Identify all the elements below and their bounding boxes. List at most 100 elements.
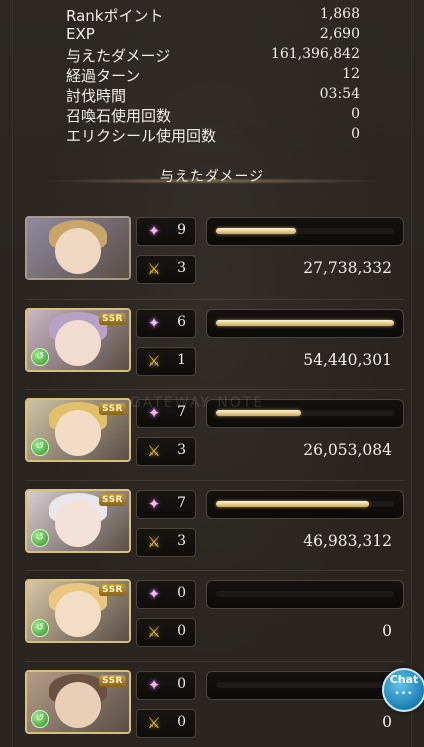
damage-value: 54,440,301: [303, 351, 392, 369]
chat-button[interactable]: Chat •••: [382, 668, 424, 712]
stat-label: 与えたダメージ: [66, 47, 171, 65]
special-count-box: ✦ 0: [136, 580, 196, 609]
gauge-fill: [216, 320, 394, 326]
chat-dots-icon: •••: [394, 689, 414, 699]
damage-section-header: 与えたダメージ: [40, 166, 384, 188]
divider: [25, 570, 404, 571]
crossed-swords-icon: ⚔: [147, 714, 161, 732]
character-portrait[interactable]: SSR ↺: [25, 398, 131, 462]
damage-value: 46,983,312: [303, 532, 392, 550]
attack-count-box: ⚔ 0: [136, 709, 196, 738]
attack-count: 0: [177, 623, 186, 639]
divider: [25, 299, 404, 300]
attack-count-box: ⚔ 3: [136, 437, 196, 466]
crossed-swords-icon: ⚔: [147, 533, 161, 551]
attack-count: 3: [177, 260, 186, 276]
character-portrait[interactable]: SSR ↺: [25, 670, 131, 734]
crossed-swords-icon: ⚔: [147, 260, 161, 278]
damage-gauge: [206, 671, 404, 700]
stat-value: 0: [351, 106, 360, 122]
stat-label: 討伐時間: [66, 87, 127, 105]
character-portrait[interactable]: SSR ↺: [25, 579, 131, 643]
special-count: 6: [177, 314, 186, 330]
character-entry: SSR ↺ ✦ 7 ⚔ 3 46,983,312: [25, 480, 404, 565]
special-count-box: ✦ 0: [136, 671, 196, 700]
stat-elixir-uses: エリクシール使用回数 0: [66, 125, 360, 145]
character-entry: SSR ↺ ✦ 6 ⚔ 1 54,440,301: [25, 299, 404, 384]
portrait-face: [55, 591, 101, 637]
stat-rank-points: Rankポイント 1,868: [66, 5, 360, 25]
stat-exp: EXP 2,690: [66, 25, 360, 45]
portrait-face: [55, 228, 101, 274]
stat-total-damage: 与えたダメージ 161,396,842: [66, 45, 360, 65]
wind-element-icon: ↺: [31, 529, 49, 547]
portrait-face: [55, 320, 101, 366]
character-portrait[interactable]: SSR ↺: [25, 308, 131, 372]
damage-section-title: 与えたダメージ: [159, 169, 265, 185]
gauge-track: [216, 682, 394, 688]
special-count: 7: [177, 495, 186, 511]
stat-label: EXP: [66, 25, 95, 43]
attack-count: 0: [177, 714, 186, 730]
crossed-swords-icon: ⚔: [147, 623, 161, 641]
stat-value: 12: [342, 66, 360, 82]
sparkle-icon: ✦: [147, 495, 161, 513]
portrait-face: [55, 682, 101, 728]
stat-summon-uses: 召喚石使用回数 0: [66, 105, 360, 125]
wind-element-icon: ↺: [31, 710, 49, 728]
stat-label: エリクシール使用回数: [66, 127, 217, 145]
stat-value: 1,868: [319, 6, 360, 22]
sparkle-icon: ✦: [147, 222, 161, 240]
divider: [25, 661, 404, 662]
divider: [25, 480, 404, 481]
stat-value: 03:54: [319, 86, 360, 102]
character-entry: ✦ 9 ⚔ 3 27,738,332: [25, 216, 404, 292]
sparkle-icon: ✦: [147, 676, 161, 694]
special-count: 9: [177, 222, 186, 238]
stat-defeat-time: 討伐時間 03:54: [66, 85, 360, 105]
attack-count: 3: [177, 442, 186, 458]
attack-count-box: ⚔ 0: [136, 618, 196, 647]
stat-label: Rankポイント: [66, 7, 164, 25]
stat-value: 0: [351, 126, 360, 142]
divider: [25, 389, 404, 390]
chat-label: Chat: [389, 673, 419, 686]
character-entry: SSR ↺ ✦ 0 ⚔ 0 0: [25, 661, 404, 746]
damage-value: 27,738,332: [303, 259, 392, 277]
attack-count-box: ⚔ 1: [136, 347, 196, 376]
ssr-badge: SSR: [99, 675, 126, 687]
stat-label: 経過ターン: [66, 67, 141, 85]
stat-value: 2,690: [319, 26, 360, 42]
result-panel: Rankポイント 1,868 EXP 2,690 与えたダメージ 161,396…: [0, 0, 424, 747]
sparkle-icon: ✦: [147, 585, 161, 603]
ssr-badge: SSR: [99, 313, 126, 325]
gauge-fill: [216, 501, 369, 507]
watermark: GATEWAY NOTE: [130, 395, 265, 411]
wind-element-icon: ↺: [31, 619, 49, 637]
stat-elapsed-turns: 経過ターン 12: [66, 65, 360, 85]
sparkle-icon: ✦: [147, 314, 161, 332]
character-portrait[interactable]: SSR ↺: [25, 489, 131, 553]
wind-element-icon: ↺: [31, 348, 49, 366]
ssr-badge: SSR: [99, 584, 126, 596]
crossed-swords-icon: ⚔: [147, 352, 161, 370]
damage-value: 26,053,084: [303, 441, 392, 459]
special-count: 0: [177, 585, 186, 601]
party-portrait[interactable]: [25, 216, 131, 280]
portrait-face: [55, 501, 101, 547]
damage-value: 0: [382, 622, 392, 640]
damage-value: 0: [382, 713, 392, 731]
special-count-box: ✦ 6: [136, 309, 196, 338]
damage-gauge: [206, 490, 404, 519]
stat-value: 161,396,842: [270, 46, 360, 62]
attack-count: 3: [177, 533, 186, 549]
wind-element-icon: ↺: [31, 438, 49, 456]
portrait-face: [55, 410, 101, 456]
ssr-badge: SSR: [99, 494, 126, 506]
attack-count-box: ⚔ 3: [136, 528, 196, 557]
gauge-fill: [216, 228, 296, 234]
gauge-track: [216, 591, 394, 597]
damage-gauge: [206, 309, 404, 338]
character-entry: SSR ↺ ✦ 0 ⚔ 0 0: [25, 570, 404, 655]
special-count-box: ✦ 9: [136, 217, 196, 246]
